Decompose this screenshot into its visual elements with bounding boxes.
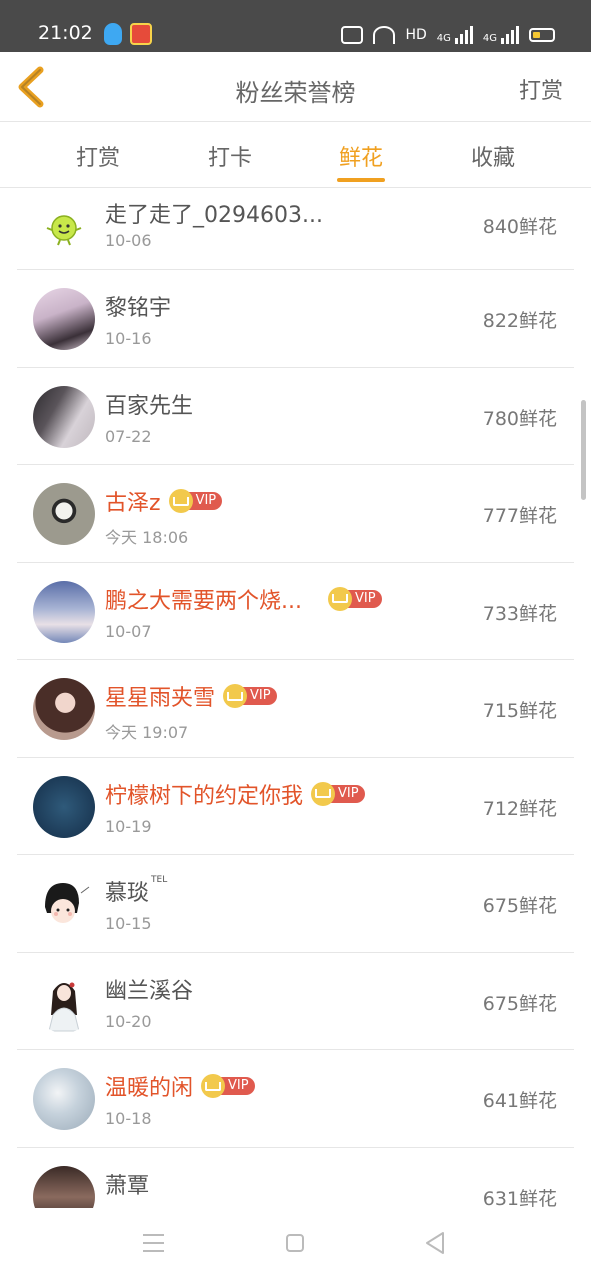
- avatar: [33, 873, 95, 935]
- fan-date: 10-16: [105, 329, 152, 348]
- fan-name: 慕琰: [105, 881, 150, 906]
- vibrate-mute-icon: [341, 26, 364, 44]
- list-item[interactable]: 黎铭宇 10-16 822鲜花: [17, 270, 574, 368]
- fan-date: 今天 18:06: [105, 528, 189, 547]
- network-type-label: 4G: [436, 33, 451, 44]
- fan-name: 星星雨夹雪: [105, 686, 216, 711]
- reward-button[interactable]: 打赏: [519, 73, 563, 105]
- anime-girl-avatar-icon: [48, 982, 80, 1031]
- home-icon[interactable]: [286, 1234, 304, 1252]
- flower-count: 675鲜花: [482, 992, 557, 1015]
- fan-name: 鹏之大需要两个烧...: [105, 588, 302, 614]
- avatar: [33, 775, 95, 838]
- tab-favorites[interactable]: 收藏: [443, 140, 543, 172]
- fan-ranking-list[interactable]: 走了走了_0294603... 10-06 840鲜花 黎铭宇 10-16 82…: [17, 188, 574, 1208]
- back-triangle-icon[interactable]: [425, 1231, 445, 1255]
- tab-reward[interactable]: 打赏: [48, 140, 148, 172]
- tab-flowers[interactable]: 鲜花: [311, 140, 411, 172]
- list-item[interactable]: 星星雨夹雪 VIP 今天 19:07 715鲜花: [17, 660, 574, 758]
- flower-count: 777鲜花: [482, 505, 557, 527]
- app-notification-icon: [130, 23, 152, 45]
- list-item[interactable]: 鹏之大需要两个烧... VIP 10-07 733鲜花: [17, 563, 574, 660]
- flower-count: 733鲜花: [482, 602, 557, 625]
- flower-count: 780鲜花: [482, 407, 557, 430]
- menu-icon[interactable]: [143, 1234, 164, 1252]
- fan-date: 10-18: [105, 1109, 152, 1128]
- system-nav-bar: [0, 1208, 591, 1280]
- avatar: [33, 580, 95, 643]
- signal-icon-1: 4G: [437, 26, 473, 44]
- fan-name: 走了走了_0294603...: [105, 203, 323, 228]
- flower-count: 840鲜花: [482, 216, 557, 238]
- anime-avatar-icon: [45, 883, 90, 923]
- crown-icon: [201, 1074, 226, 1098]
- status-time: 21:02: [38, 22, 93, 44]
- vip-badge: VIP: [201, 1074, 255, 1098]
- fan-name: 柠檬树下的约定你我: [105, 783, 304, 809]
- flower-count: 712鲜花: [482, 797, 557, 820]
- fan-date: 今天 19:07: [105, 723, 189, 742]
- flower-count: 675鲜花: [482, 895, 557, 917]
- avatar: [33, 385, 95, 448]
- crown-icon: [168, 489, 193, 513]
- list-item[interactable]: 温暖的闲 VIP 10-18 641鲜花: [17, 1050, 574, 1148]
- fan-name: 温暖的闲: [105, 1076, 194, 1101]
- flower-count: 715鲜花: [482, 700, 557, 722]
- fan-date: 10-15: [105, 914, 152, 933]
- fan-name: 黎铭宇: [105, 296, 172, 321]
- status-bar: 21:02 HD 4G 4G: [0, 0, 591, 52]
- wifi-icon: [373, 26, 396, 44]
- list-item[interactable]: 幽兰溪谷 10-20 675鲜花: [17, 953, 574, 1050]
- vip-badge: VIP: [311, 781, 365, 806]
- fan-date: 10-07: [105, 621, 152, 641]
- fan-date: 10-06: [105, 231, 152, 250]
- qq-notification-icon: [104, 23, 122, 45]
- list-item[interactable]: 走了走了_0294603... 10-06 840鲜花: [17, 188, 574, 270]
- avatar: [33, 1068, 95, 1130]
- vip-badge: VIP: [168, 489, 223, 513]
- smiley-icon: [46, 215, 82, 246]
- fan-name: 萧覃: [105, 1173, 150, 1199]
- fan-date: 07-22: [105, 426, 152, 446]
- scrollbar[interactable]: [581, 400, 586, 500]
- avatar: [33, 288, 95, 350]
- battery-icon: [529, 28, 555, 42]
- vip-badge: VIP: [223, 684, 277, 708]
- flower-count: 631鲜花: [482, 1187, 557, 1209]
- crown-icon: [327, 586, 352, 611]
- fan-date: 10-20: [105, 1011, 152, 1031]
- fan-name: 古泽z: [105, 491, 161, 516]
- hd-label: HD: [405, 27, 427, 43]
- avatar: [33, 483, 95, 545]
- tab-bar: 打赏 打卡 鲜花 收藏: [0, 122, 591, 188]
- list-item[interactable]: 古泽z VIP 今天 18:06 777鲜花: [17, 465, 574, 563]
- avatar: [33, 970, 95, 1033]
- fan-name: 百家先生: [105, 393, 194, 419]
- crown-icon: [223, 684, 248, 708]
- avatar: [33, 198, 95, 260]
- fan-name: 幽兰溪谷: [105, 978, 194, 1004]
- flower-count: 822鲜花: [482, 310, 557, 332]
- tab-checkin[interactable]: 打卡: [180, 140, 280, 172]
- avatar: [33, 678, 95, 740]
- header: 粉丝荣誉榜 打赏: [0, 52, 591, 122]
- list-item[interactable]: 慕琰 TEL 10-15 675鲜花: [17, 855, 574, 953]
- list-item[interactable]: 百家先生 07-22 780鲜花: [17, 368, 574, 465]
- vip-badge: VIP: [327, 586, 382, 611]
- network-type-label: 4G: [482, 33, 497, 44]
- active-tab-indicator: [337, 178, 385, 182]
- fan-date: 10-19: [105, 816, 152, 836]
- signal-icon-2: 4G: [483, 26, 519, 44]
- list-item[interactable]: 柠檬树下的约定你我 VIP 10-19 712鲜花: [17, 758, 574, 855]
- avatar: [33, 1165, 95, 1208]
- page-title: 粉丝荣誉榜: [235, 79, 356, 107]
- tel-label: TEL: [151, 875, 168, 885]
- flower-count: 641鲜花: [482, 1090, 557, 1112]
- list-item[interactable]: 萧覃 631鲜花: [17, 1148, 574, 1209]
- crown-icon: [311, 781, 336, 806]
